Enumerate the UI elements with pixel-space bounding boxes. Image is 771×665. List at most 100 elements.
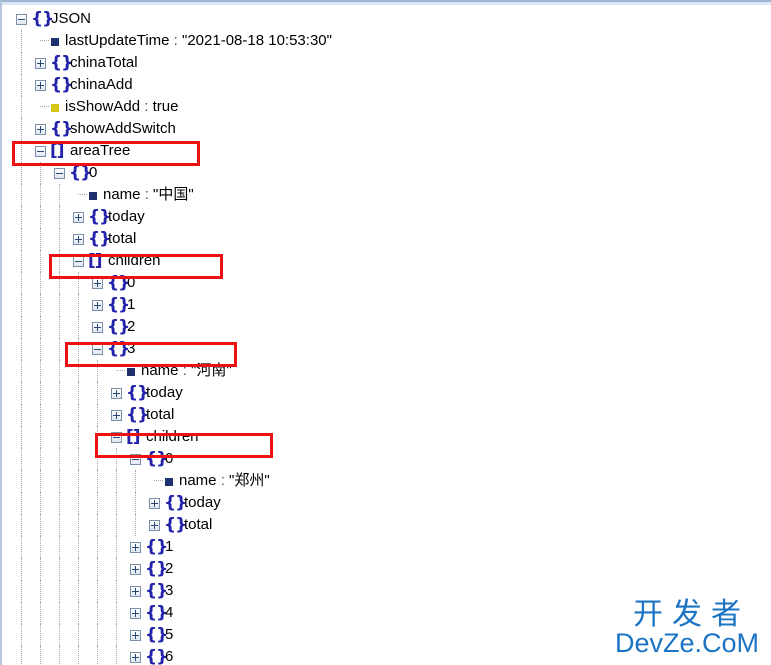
indent-guide [78,492,80,514]
json-tree-viewer[interactable]: {} JSON lastUpdateTime : "2021-08-18 10:53… [0,0,771,665]
tree-row[interactable]: {} chinaAdd [2,74,771,96]
indent-guide [78,580,80,602]
object-braces-icon: {} [107,339,130,359]
expander-plus-icon[interactable] [130,586,141,597]
indent-guide [21,624,23,646]
indent-guide [21,52,23,74]
expander-plus-icon[interactable] [149,498,160,509]
tree-node-label: today [146,384,183,401]
expander-minus-icon[interactable] [54,168,65,179]
tree-row[interactable]: name : "中国" [2,184,771,206]
tree-leaf-label: isShowAdd : true [65,98,179,115]
indent-guide [97,448,99,470]
tree-row[interactable]: {} today [2,382,771,404]
tree-row[interactable]: lastUpdateTime : "2021-08-18 10:53:30" [2,30,771,52]
expander-plus-icon[interactable] [73,212,84,223]
expander-minus-icon[interactable] [130,454,141,465]
tree-row[interactable]: {} today [2,492,771,514]
expander-minus-icon[interactable] [35,146,46,157]
indent-guide [21,206,23,228]
expander-plus-icon[interactable] [92,300,103,311]
expander-plus-icon[interactable] [130,630,141,641]
indent-guide [97,426,99,448]
indent-guide [59,382,61,404]
tree-row[interactable]: {} 0 [2,162,771,184]
tree-node-label: children [146,428,199,445]
indent-guide [135,492,137,514]
indent-guide [21,360,23,382]
tree-row[interactable]: {} 2 [2,558,771,580]
tree-row[interactable]: {} today [2,206,771,228]
indent-guide [40,404,42,426]
tree-row[interactable]: {} 2 [2,316,771,338]
indent-guide [78,536,80,558]
tree-node-label: 2 [165,560,174,577]
expander-plus-icon[interactable] [130,608,141,619]
object-braces-icon: {} [107,273,130,293]
tree-row[interactable]: name : "郑州" [2,470,771,492]
tree-node-label: 3 [127,340,136,357]
expander-minus-icon[interactable] [111,432,122,443]
expander-plus-icon[interactable] [73,234,84,245]
indent-guide [40,514,42,536]
tree-row[interactable]: isShowAdd : true [2,96,771,118]
indent-elbow [40,106,49,107]
expander-plus-icon[interactable] [92,278,103,289]
indent-guide [97,492,99,514]
tree-row[interactable]: {} total [2,228,771,250]
tree-row[interactable]: {} total [2,404,771,426]
tree-row[interactable]: [] children [2,250,771,272]
tree-row[interactable]: {} JSON [2,8,771,30]
json-tree[interactable]: {} JSON lastUpdateTime : "2021-08-18 10:53… [2,8,771,665]
expander-plus-icon[interactable] [149,520,160,531]
expander-plus-icon[interactable] [35,124,46,135]
indent-guide [21,96,23,118]
expander-plus-icon[interactable] [111,388,122,399]
tree-node-label: 5 [165,626,174,643]
tree-row[interactable]: {} 0 [2,272,771,294]
tree-row[interactable]: [] children [2,426,771,448]
indent-guide [40,558,42,580]
tree-row[interactable]: {} showAddSwitch [2,118,771,140]
indent-guide [135,514,137,536]
indent-guide [21,184,23,206]
tree-row[interactable]: {} 0 [2,448,771,470]
array-brackets-icon: [] [50,141,65,161]
expander-plus-icon[interactable] [130,542,141,553]
expander-minus-icon[interactable] [92,344,103,355]
expander-plus-icon[interactable] [35,80,46,91]
indent-guide [40,646,42,665]
tree-row[interactable]: {} chinaTotal [2,52,771,74]
string-square-icon [165,478,173,486]
tree-row[interactable]: {} 1 [2,536,771,558]
object-braces-icon: {} [145,559,168,579]
expander-minus-icon[interactable] [73,256,84,267]
tree-row[interactable]: {} total [2,514,771,536]
tree-node-label: showAddSwitch [70,120,176,137]
tree-row[interactable]: name : "河南" [2,360,771,382]
expander-plus-icon[interactable] [130,652,141,663]
expander-plus-icon[interactable] [111,410,122,421]
indent-guide [21,558,23,580]
indent-guide [59,536,61,558]
string-square-icon [127,368,135,376]
tree-node-label: JSON [51,10,92,27]
indent-elbow [116,370,125,371]
indent-guide [21,228,23,250]
indent-guide [21,382,23,404]
expander-minus-icon[interactable] [16,14,27,25]
tree-node-label: total [108,230,137,247]
tree-leaf-label: name : "中国" [103,186,194,203]
tree-row[interactable]: {} 3 [2,338,771,360]
expander-plus-icon[interactable] [35,58,46,69]
tree-node-label: 3 [165,582,174,599]
indent-guide [21,404,23,426]
tree-row[interactable]: [] areaTree [2,140,771,162]
tree-node-label: today [108,208,145,225]
tree-row[interactable]: {} 1 [2,294,771,316]
indent-guide [21,118,23,140]
expander-plus-icon[interactable] [130,564,141,575]
indent-guide [59,228,61,250]
expander-plus-icon[interactable] [92,322,103,333]
indent-guide [21,316,23,338]
